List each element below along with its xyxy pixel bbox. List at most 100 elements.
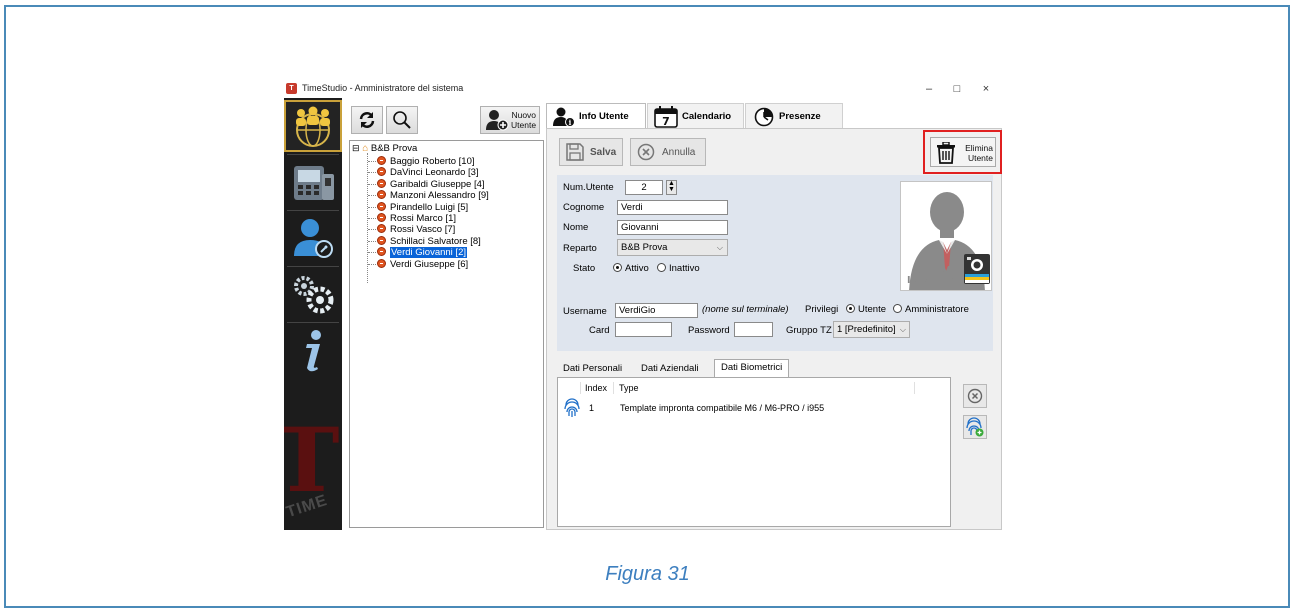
radio-empty-icon <box>657 263 666 272</box>
num-utente-spinner[interactable]: ▲ ▼ <box>666 180 677 195</box>
user-status-icon <box>377 190 386 200</box>
username-hint: (nome sul terminale) <box>702 304 789 315</box>
tree-root[interactable]: ⊟ ⌂ B&B Prova <box>352 143 417 154</box>
card-field[interactable] <box>615 322 672 337</box>
tree-user-label: Garibaldi Giuseppe [4] <box>390 178 485 190</box>
tree-guide <box>368 161 376 162</box>
reparto-select[interactable]: B&B Prova ⌵ <box>617 239 728 256</box>
column-header-type[interactable]: Type <box>615 382 915 394</box>
tree-user-item[interactable]: Rossi Vasco [7] <box>377 224 455 235</box>
gruppo-tz-label: Gruppo TZ <box>786 325 832 336</box>
subtab-dati-aziendali[interactable]: Dati Aziendali <box>635 361 705 377</box>
tree-user-item[interactable]: Verdi Giuseppe [6] <box>377 258 468 270</box>
minimize-button[interactable]: – <box>917 80 941 98</box>
search-button[interactable] <box>386 106 418 134</box>
gears-icon <box>294 276 334 314</box>
stato-label: Stato <box>573 263 596 274</box>
user-status-icon <box>377 178 386 188</box>
tree-guide <box>368 252 376 254</box>
tab-label: Presenze <box>779 111 821 122</box>
subtab-dati-personali[interactable]: Dati Personali <box>557 361 628 377</box>
privilegio-admin-radio[interactable]: Amministratore <box>893 304 969 315</box>
num-utente-field[interactable]: 2 <box>625 180 663 195</box>
user-status-icon <box>377 201 386 211</box>
username-label: Username <box>563 306 607 317</box>
nome-field[interactable]: Giovanni <box>617 220 728 235</box>
user-tree[interactable]: ⊟ ⌂ B&B Prova Baggio Roberto [10] DaVinci… <box>349 140 544 528</box>
tree-user-item[interactable]: Manzoni Alessandro [9] <box>377 190 489 201</box>
upload-caption: CARICA IMMAGINE <box>907 266 963 286</box>
reparto-value: B&B Prova <box>621 242 668 253</box>
tree-user-item[interactable]: DaVinci Leonardo [3] <box>377 167 479 178</box>
save-button[interactable]: Salva <box>559 138 623 166</box>
delete-user-button[interactable]: Elimina Utente <box>930 137 996 167</box>
tree-guide <box>368 206 376 208</box>
column-header-index[interactable]: Index <box>580 382 614 394</box>
tree-user-label: DaVinci Leonardo [3] <box>390 167 479 179</box>
add-fingerprint-icon <box>966 417 984 437</box>
cancel-icon <box>967 388 983 404</box>
biometric-list[interactable]: Index Type 1 Template impronta compatibi… <box>557 377 951 527</box>
tree-user-item[interactable]: Garibaldi Giuseppe [4] <box>377 178 485 190</box>
user-status-icon <box>377 213 386 222</box>
search-icon <box>393 111 411 129</box>
tree-user-item[interactable]: Verdi Giovanni [2] <box>377 247 467 259</box>
tree-user-item[interactable]: Pirandello Luigi [5] <box>377 201 468 213</box>
refresh-button[interactable] <box>351 106 383 134</box>
new-user-button[interactable]: Nuovo Utente <box>480 106 540 134</box>
password-field[interactable] <box>734 322 773 337</box>
calendar-icon: 7 <box>654 105 678 128</box>
user-photo[interactable]: CARICA IMMAGINE <box>900 181 992 291</box>
nav-settings[interactable] <box>284 268 342 320</box>
nav-separator <box>287 266 339 267</box>
stato-attivo-radio[interactable]: Attivo <box>613 263 649 274</box>
nav-users[interactable] <box>284 100 342 152</box>
tree-user-label: Manzoni Alessandro [9] <box>390 190 489 202</box>
tab-info-utente[interactable]: i Info Utente <box>546 103 646 129</box>
tree-user-item[interactable]: Baggio Roberto [10] <box>377 156 475 167</box>
nav-terminals[interactable] <box>284 156 342 208</box>
nav-info[interactable] <box>284 324 342 376</box>
stato-attivo-label: Attivo <box>625 263 649 274</box>
remove-template-button[interactable] <box>963 384 987 408</box>
delete-label-line2: Utente <box>967 153 993 163</box>
subtab-dati-biometrici[interactable]: Dati Biometrici <box>714 359 790 377</box>
cancel-icon <box>637 143 655 161</box>
tab-presenze[interactable]: Presenze <box>745 103 843 129</box>
tree-guide <box>368 263 376 265</box>
trash-icon <box>937 142 955 164</box>
tab-calendario[interactable]: 7 Calendario <box>647 103 744 129</box>
privilegio-utente-radio[interactable]: Utente <box>846 304 886 315</box>
radio-empty-icon <box>893 304 902 313</box>
chevron-down-icon: ⌵ <box>899 325 906 334</box>
cognome-label: Cognome <box>563 202 605 213</box>
row-type: Template impronta compatibile M6 / M6-PR… <box>620 403 825 413</box>
tree-user-item[interactable]: Rossi Marco [1] <box>377 213 456 224</box>
username-field[interactable]: VerdiGio <box>615 303 698 318</box>
tree-guide <box>368 172 376 174</box>
tree-user-item[interactable]: Schillaci Salvatore [8] <box>377 235 481 247</box>
tab-label: Info Utente <box>579 111 629 122</box>
tab-label: Calendario <box>682 111 732 122</box>
nav-separator <box>287 154 339 155</box>
table-row[interactable]: 1 Template impronta compatibile M6 / M6-… <box>562 398 942 418</box>
password-label: Password <box>688 325 730 336</box>
collapse-icon[interactable]: ⊟ <box>352 143 360 153</box>
tree-user-label: Schillaci Salvatore [8] <box>390 235 481 247</box>
user-status-icon <box>377 224 386 234</box>
cognome-field[interactable]: Verdi <box>617 200 728 215</box>
app-logo-icon: T <box>286 83 297 94</box>
nav-admin[interactable] <box>284 212 342 264</box>
gruppo-tz-select[interactable]: 1 [Predefinito] ⌵ <box>833 321 910 338</box>
close-button[interactable]: × <box>974 80 998 98</box>
maximize-button[interactable]: □ <box>945 80 969 98</box>
tree-user-label: Baggio Roberto [10] <box>390 156 475 167</box>
tree-guide <box>368 229 376 231</box>
stato-inattivo-radio[interactable]: Inattivo <box>657 263 700 274</box>
stato-inattivo-label: Inattivo <box>669 263 700 274</box>
enroll-fingerprint-button[interactable] <box>963 415 987 439</box>
user-tree-panel: Nuovo Utente ⊟ ⌂ B&B Prova Baggio Robert… <box>347 98 544 530</box>
gruppo-tz-value: 1 [Predefinito] <box>837 324 896 335</box>
tree-guide <box>368 240 376 242</box>
cancel-button[interactable]: Annulla <box>630 138 706 166</box>
